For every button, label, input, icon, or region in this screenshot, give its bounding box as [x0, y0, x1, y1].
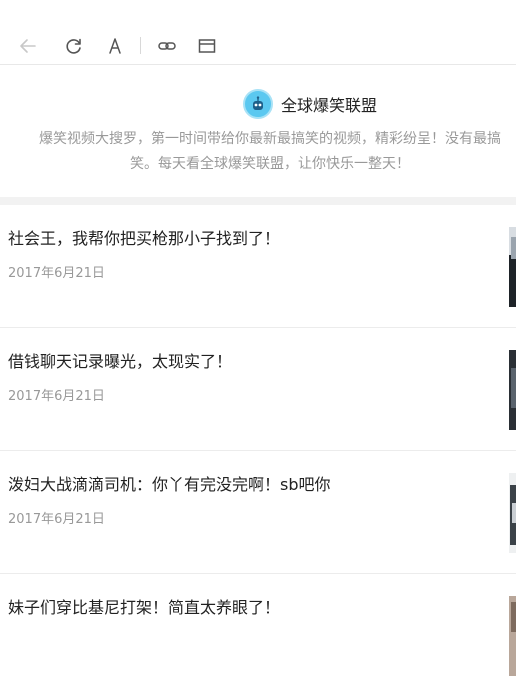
- article-title: 社会王，我帮你把买枪那小子找到了！: [8, 229, 281, 248]
- article-thumbnail[interactable]: [509, 473, 516, 553]
- robot-mascot-icon: [253, 96, 263, 110]
- article-title: 泼妇大战滴滴司机：你丫有完没完啊！sb吧你: [8, 475, 331, 494]
- avatar[interactable]: [243, 89, 273, 119]
- description-line: 笑。每天看全球爆笑联盟，让你快乐一整天！: [130, 156, 410, 172]
- refresh-icon[interactable]: [62, 34, 86, 58]
- section-separator: [0, 197, 516, 205]
- article-date: 2017年6月21日: [8, 512, 105, 527]
- article-date: 2017年6月21日: [8, 389, 105, 404]
- article-thumbnail[interactable]: [509, 227, 516, 307]
- account-header[interactable]: 全球爆笑联盟: [243, 89, 377, 119]
- back-arrow-icon[interactable]: [16, 34, 40, 58]
- article-thumbnail[interactable]: [509, 350, 516, 430]
- account-name: 全球爆笑联盟: [281, 96, 378, 115]
- list-item[interactable]: 社会王，我帮你把买枪那小子找到了！ 2017年6月21日: [0, 205, 516, 328]
- window-icon[interactable]: [195, 34, 219, 58]
- account-description: 爆笑视频大搜罗，第一时间带给你最新最搞笑的视频，精彩纷呈！没有最搞 笑。每天看全…: [12, 127, 516, 177]
- account-profile: 全球爆笑联盟 爆笑视频大搜罗，第一时间带给你最新最搞笑的视频，精彩纷呈！没有最搞…: [0, 65, 516, 197]
- font-size-icon[interactable]: [103, 34, 127, 58]
- article-date: 2017年6月21日: [8, 266, 105, 281]
- article-title: 借钱聊天记录曝光，太现实了！: [8, 352, 233, 371]
- link-icon[interactable]: [155, 34, 179, 58]
- article-list: 社会王，我帮你把买枪那小子找到了！ 2017年6月21日 借钱聊天记录曝光，太现…: [0, 205, 516, 697]
- description-line: 爆笑视频大搜罗，第一时间带给你最新最搞笑的视频，精彩纷呈！没有最搞: [39, 131, 501, 147]
- list-item[interactable]: 借钱聊天记录曝光，太现实了！ 2017年6月21日: [0, 328, 516, 451]
- toolbar-divider: [140, 37, 141, 54]
- toolbar: [0, 0, 516, 65]
- article-thumbnail[interactable]: [509, 596, 516, 676]
- article-title: 妹子们穿比基尼打架！简直太养眼了！: [8, 598, 281, 617]
- list-item[interactable]: 妹子们穿比基尼打架！简直太养眼了！: [0, 574, 516, 697]
- list-item[interactable]: 泼妇大战滴滴司机：你丫有完没完啊！sb吧你 2017年6月21日: [0, 451, 516, 574]
